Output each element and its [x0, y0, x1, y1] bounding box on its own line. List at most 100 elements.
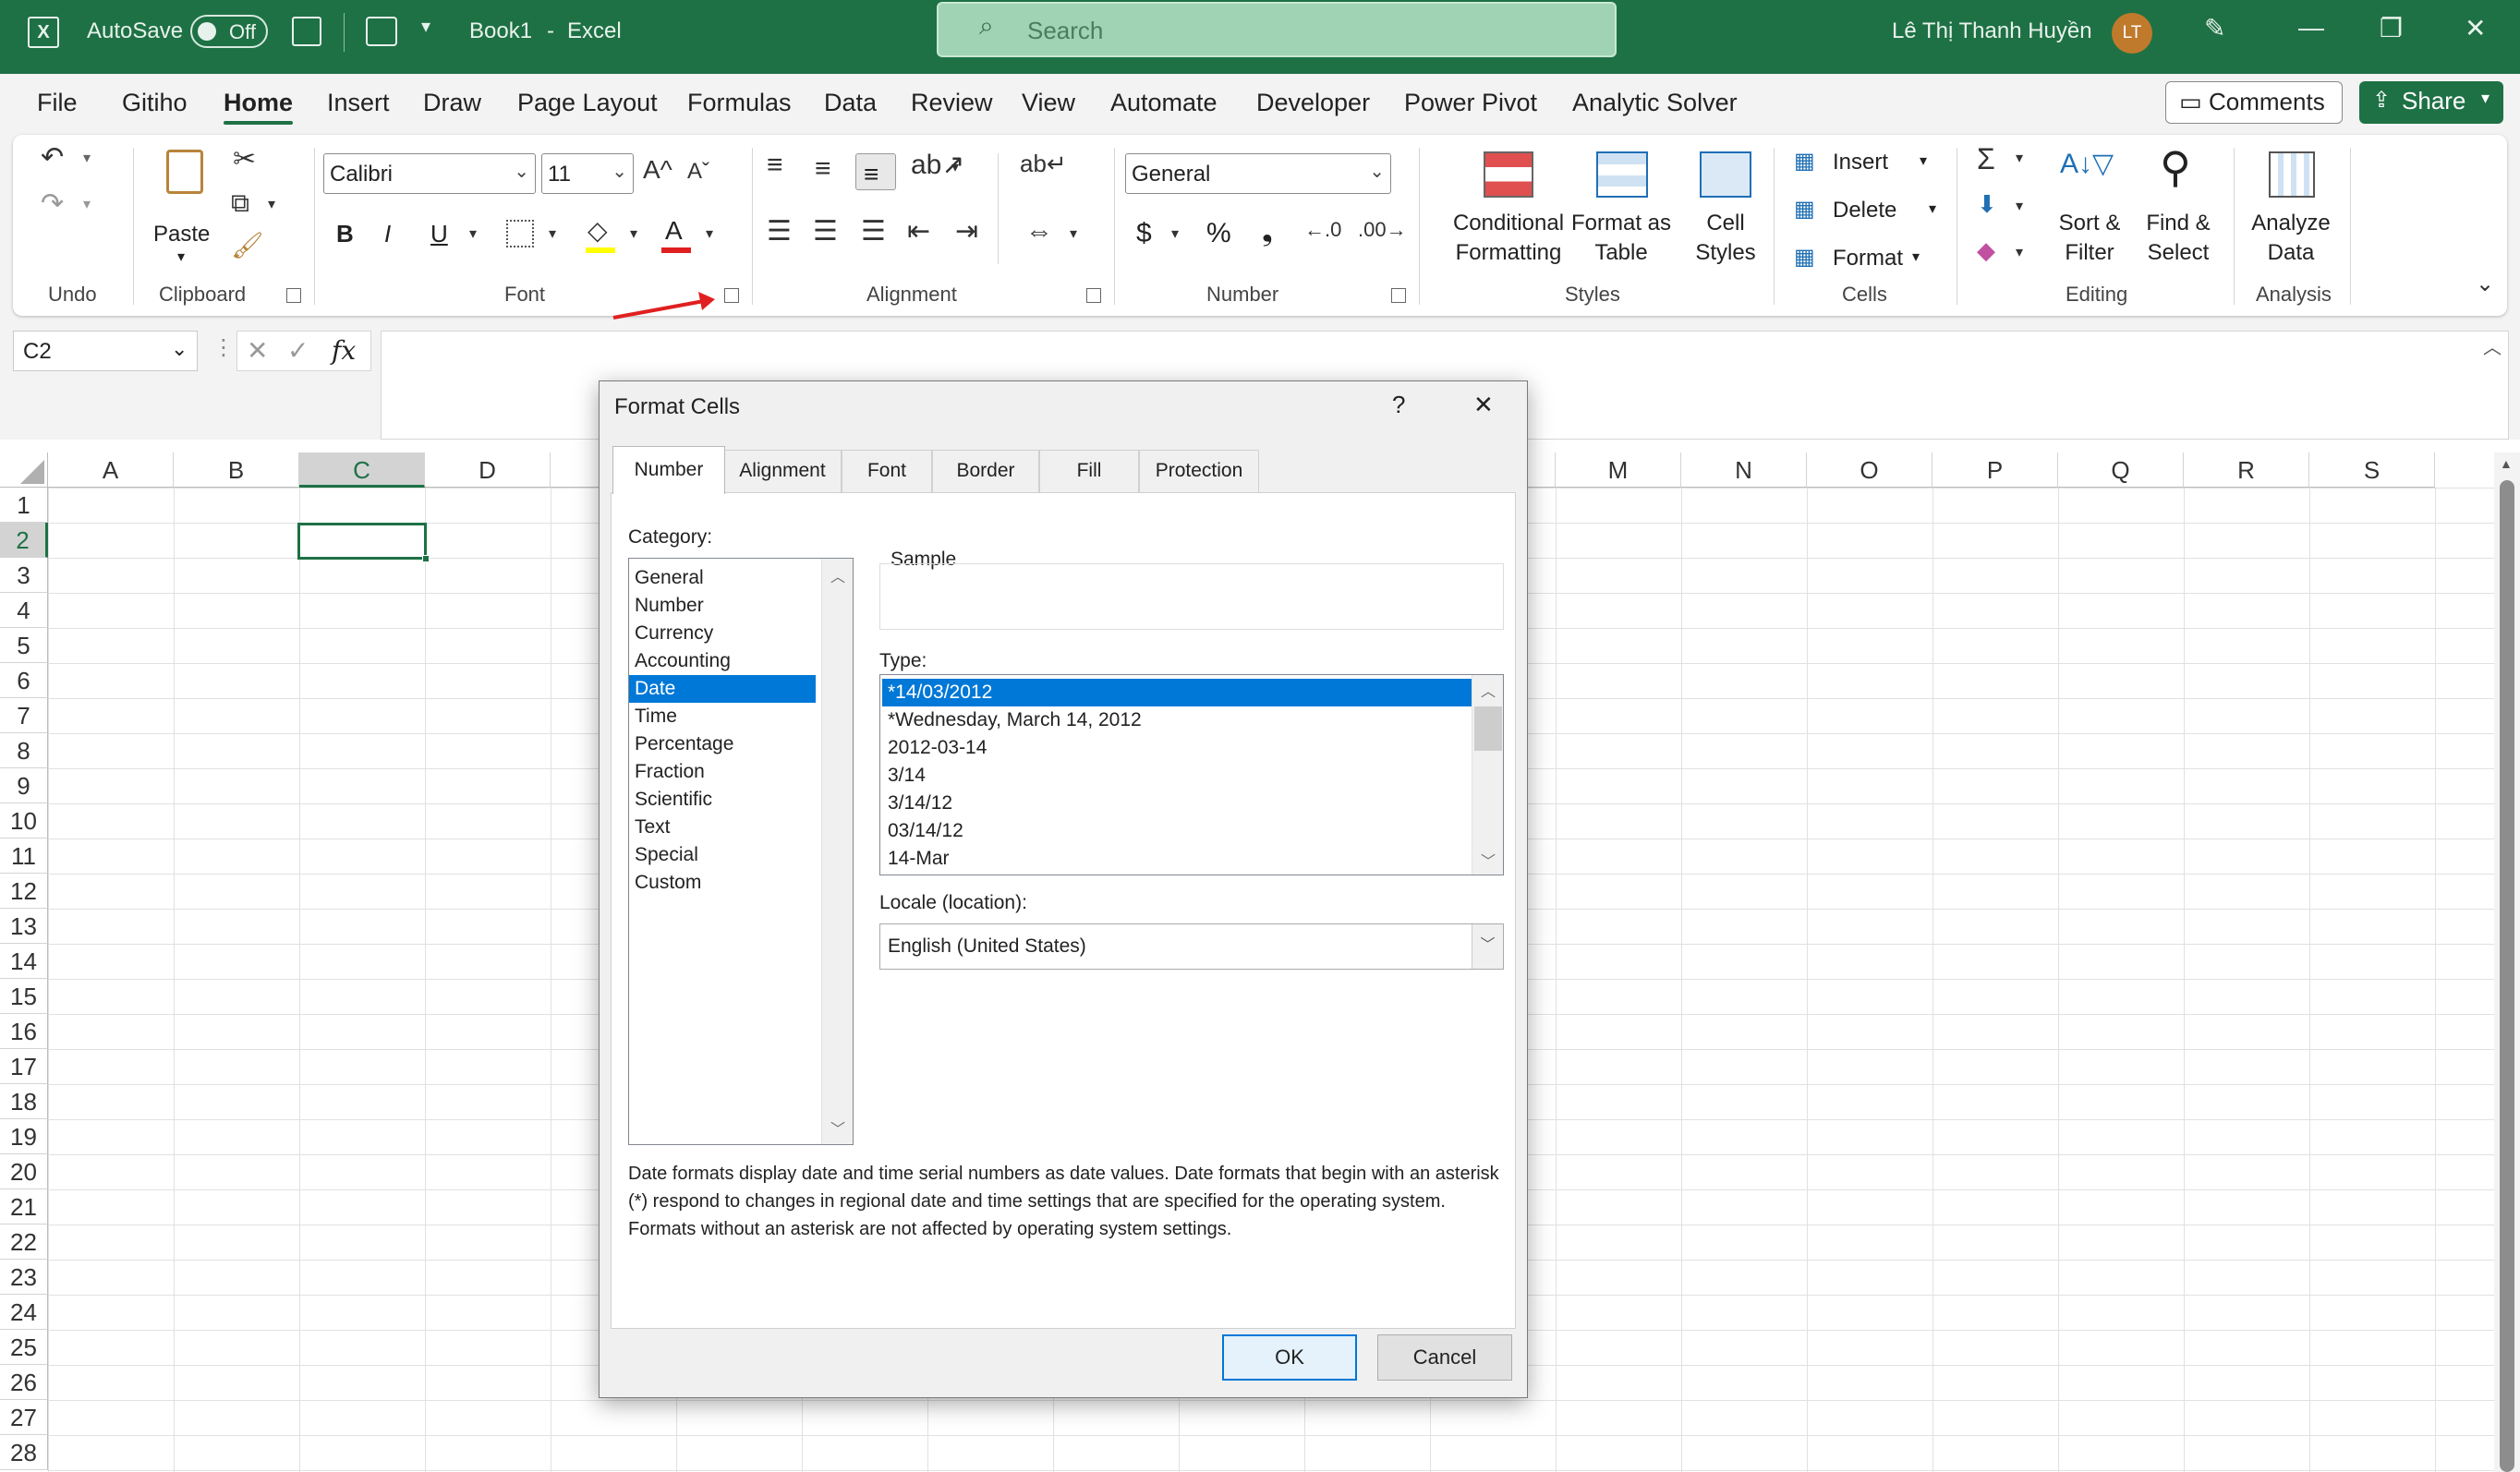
row-header[interactable]: 10 [0, 803, 48, 839]
scroll-up-icon[interactable]: ▲ [2500, 456, 2513, 471]
scrollbar-thumb[interactable] [1474, 706, 1502, 751]
row-header[interactable]: 5 [0, 628, 48, 663]
tab-insert[interactable]: Insert [327, 89, 390, 117]
help-button[interactable]: ? [1392, 391, 1405, 419]
percent-button[interactable]: % [1206, 218, 1231, 249]
category-scrollbar[interactable]: ︿ ﹀ [821, 559, 853, 1144]
borders-icon[interactable] [506, 220, 534, 247]
column-header[interactable]: C [299, 452, 425, 488]
category-item[interactable]: Custom [629, 869, 816, 897]
chevron-down-icon[interactable]: ▾ [268, 198, 275, 212]
customize-qat-icon[interactable]: ▾ [421, 15, 430, 38]
tab-developer[interactable]: Developer [1256, 89, 1370, 117]
share-button[interactable]: ⇪ Share ▾ [2359, 81, 2503, 124]
close-icon[interactable]: ✕ [1473, 391, 1494, 419]
align-center-icon[interactable]: ☰ [813, 218, 838, 246]
category-item[interactable]: General [629, 564, 816, 592]
row-header[interactable]: 26 [0, 1365, 48, 1400]
active-cell[interactable] [297, 523, 430, 562]
chevron-down-icon[interactable]: ▾ [1171, 227, 1179, 242]
type-scrollbar[interactable]: ︿ ﹀ [1472, 675, 1503, 875]
tab-page-layout[interactable]: Page Layout [517, 89, 658, 117]
decrease-font-icon[interactable]: Aˇ [687, 161, 709, 183]
type-item[interactable]: *Wednesday, March 14, 2012 [882, 706, 1472, 734]
number-format-select[interactable]: General ⌄ [1125, 153, 1391, 194]
row-header[interactable]: 19 [0, 1119, 48, 1154]
collapse-formula-bar-icon[interactable]: ︿ [2483, 332, 2502, 359]
column-header[interactable]: B [174, 452, 299, 488]
type-item[interactable]: 3/14 [882, 762, 1472, 790]
underline-button[interactable]: U [430, 220, 448, 248]
align-middle-icon[interactable]: ≡ [815, 155, 831, 183]
ok-button[interactable]: OK [1222, 1334, 1357, 1381]
fill-icon[interactable]: ⬇ [1977, 192, 1997, 216]
category-item[interactable]: Accounting [629, 647, 816, 675]
fill-handle[interactable] [422, 555, 430, 562]
collapse-ribbon-icon[interactable]: ⌄ [2476, 273, 2494, 296]
row-header[interactable]: 23 [0, 1260, 48, 1295]
cancel-button[interactable]: Cancel [1377, 1334, 1512, 1381]
category-item[interactable]: Number [629, 592, 816, 620]
row-header[interactable]: 21 [0, 1189, 48, 1225]
row-header[interactable]: 11 [0, 839, 48, 874]
autosave-toggle[interactable]: Off [190, 15, 268, 48]
cut-icon[interactable]: ✂ [233, 146, 256, 174]
cancel-edit-icon[interactable]: ✕ [247, 335, 268, 366]
row-header[interactable]: 27 [0, 1400, 48, 1435]
select-all-button[interactable] [0, 452, 48, 488]
font-launcher-icon[interactable] [724, 288, 739, 303]
decrease-decimal-icon[interactable]: .00→ [1358, 220, 1407, 240]
tab-font[interactable]: Font [842, 450, 932, 492]
number-launcher-icon[interactable] [1391, 288, 1406, 303]
locale-select[interactable]: English (United States) ﹀ [879, 923, 1504, 970]
tab-protection[interactable]: Protection [1139, 450, 1259, 492]
row-header[interactable]: 17 [0, 1049, 48, 1084]
comments-button[interactable]: ▭ Comments [2165, 81, 2343, 124]
more-options-icon[interactable]: ⋮ [212, 334, 235, 361]
chevron-down-icon[interactable]: ▾ [706, 227, 713, 242]
name-box[interactable]: C2 ⌄ [13, 331, 198, 371]
find-select-button[interactable]: ⚲ Find & Select [2134, 142, 2223, 281]
increase-font-icon[interactable]: A^ [643, 157, 672, 183]
quick-access-icon[interactable] [366, 17, 397, 46]
tab-data[interactable]: Data [824, 89, 877, 117]
undo-icon[interactable]: ↶ [41, 144, 64, 172]
row-header[interactable]: 4 [0, 593, 48, 628]
align-right-icon[interactable]: ☰ [861, 218, 886, 246]
italic-button[interactable]: I [384, 220, 391, 248]
comma-button[interactable]: ❟ [1262, 216, 1273, 247]
category-item[interactable]: Currency [629, 620, 816, 647]
column-header[interactable]: D [425, 452, 551, 488]
tab-formulas[interactable]: Formulas [687, 89, 792, 117]
row-header[interactable]: 7 [0, 698, 48, 733]
row-header[interactable]: 18 [0, 1084, 48, 1119]
avatar[interactable]: LT [2112, 13, 2152, 54]
chevron-down-icon[interactable]: ▾ [630, 227, 637, 242]
clipboard-launcher-icon[interactable] [286, 288, 301, 303]
delete-cells-button[interactable]: ▦ Delete ▾ [1794, 194, 1951, 231]
chevron-down-icon[interactable]: ▾ [2016, 199, 2023, 214]
row-header[interactable]: 1 [0, 488, 48, 523]
row-header[interactable]: 13 [0, 909, 48, 944]
row-header[interactable]: 24 [0, 1295, 48, 1330]
font-color-icon[interactable]: A [665, 216, 683, 246]
row-header[interactable]: 6 [0, 663, 48, 698]
chevron-down-icon[interactable]: ▾ [2016, 246, 2023, 260]
bold-button[interactable]: B [336, 220, 354, 248]
scroll-down-icon[interactable]: ﹀ [822, 1116, 853, 1139]
wrap-text-icon[interactable]: ab↵ [1020, 151, 1067, 175]
chevron-down-icon[interactable]: ▾ [2016, 151, 2023, 166]
category-item[interactable]: Time [629, 703, 816, 730]
format-cells-button[interactable]: ▦ Format ▾ [1794, 242, 1951, 279]
column-header[interactable]: M [1556, 452, 1681, 488]
tab-alignment[interactable]: Alignment [723, 450, 842, 492]
chevron-down-icon[interactable]: ▾ [83, 151, 91, 166]
cell-styles-button[interactable]: Cell Styles [1681, 142, 1770, 281]
tab-draw[interactable]: Draw [423, 89, 481, 117]
align-left-icon[interactable]: ☰ [767, 218, 792, 246]
row-header[interactable]: 15 [0, 979, 48, 1014]
scroll-up-icon[interactable]: ︿ [822, 564, 853, 586]
paste-button[interactable]: Paste ▾ [151, 146, 216, 265]
row-header[interactable]: 14 [0, 944, 48, 979]
row-header[interactable]: 2 [0, 523, 48, 558]
